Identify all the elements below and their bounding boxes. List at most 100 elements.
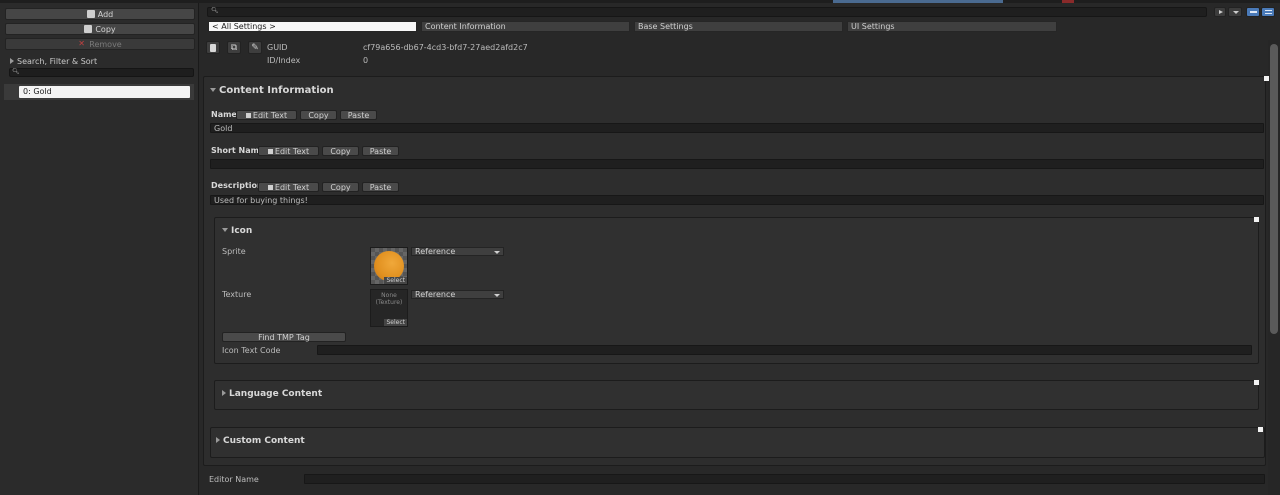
active-tab-indicator xyxy=(833,0,1003,3)
language-content-header[interactable]: Language Content xyxy=(222,389,322,399)
short-name-field[interactable] xyxy=(210,159,1264,169)
find-tmp-tag-button[interactable]: Find TMP Tag xyxy=(222,332,346,342)
search-filter-foldout[interactable]: Search, Filter & Sort xyxy=(10,57,97,66)
foldout-arrow-icon xyxy=(222,390,226,396)
panel-corner-marker xyxy=(1258,427,1263,432)
add-icon xyxy=(86,10,95,18)
icon-text-code-field[interactable] xyxy=(317,345,1252,355)
search-icon: 🔍︎ xyxy=(211,7,219,14)
name-edit-text-button[interactable]: Edit Text xyxy=(236,110,297,120)
chevron-down-icon xyxy=(1233,11,1239,14)
edit-text-icon xyxy=(245,112,251,118)
main-search-input[interactable]: 🔍︎ xyxy=(207,7,1207,17)
description-label: Description xyxy=(211,181,263,190)
copy-icon xyxy=(84,25,93,33)
icon-title: Icon xyxy=(231,226,253,236)
custom-content-panel xyxy=(210,427,1265,458)
copy-button[interactable]: Copy xyxy=(5,23,195,35)
scrollbar-thumb[interactable] xyxy=(1270,44,1278,334)
custom-content-header[interactable]: Custom Content xyxy=(216,436,305,446)
editor-name-field[interactable] xyxy=(304,474,1265,484)
foldout-arrow-icon xyxy=(216,437,220,443)
content-information-title: Content Information xyxy=(219,85,334,96)
all-settings-button[interactable]: < All Settings > xyxy=(208,21,417,32)
sprite-select-button[interactable]: Select xyxy=(384,277,407,284)
foldout-label: Search, Filter & Sort xyxy=(17,57,98,66)
foldout-arrow-icon xyxy=(222,228,228,232)
short-name-paste-button[interactable]: Paste xyxy=(362,146,399,156)
texture-mode-value: Reference xyxy=(415,290,456,299)
layout-list-button[interactable] xyxy=(1261,7,1275,17)
guid-value: cf79a656-db67-4cd3-bfd7-27aed2afd2c7 xyxy=(363,43,528,52)
foldout-arrow-icon xyxy=(10,58,14,64)
icon-header[interactable]: Icon xyxy=(222,226,252,236)
dropdown-button[interactable] xyxy=(1228,7,1242,17)
remove-icon: ✕ xyxy=(78,39,85,48)
ui-settings-button[interactable]: UI Settings xyxy=(847,21,1057,32)
add-button[interactable]: Add xyxy=(5,8,195,20)
list-item-selected[interactable]: 0: Gold xyxy=(19,86,190,98)
play-button[interactable] xyxy=(1214,7,1226,17)
edit-icon: ✎ xyxy=(251,42,259,53)
guid-label: GUID xyxy=(267,43,288,52)
content-information-header[interactable]: Content Information xyxy=(210,85,334,96)
foldout-arrow-icon xyxy=(210,88,216,92)
search-icon: 🔍︎ xyxy=(12,68,20,75)
id-label: ID/Index xyxy=(267,56,301,65)
edit-text-icon xyxy=(267,148,273,154)
name-paste-button[interactable]: Paste xyxy=(340,110,377,120)
language-content-panel xyxy=(214,380,1259,410)
sprite-thumbnail[interactable]: Select xyxy=(370,247,408,285)
name-copy-button[interactable]: Copy xyxy=(300,110,337,120)
panel-corner-marker xyxy=(1254,380,1259,385)
editor-name-label: Editor Name xyxy=(209,475,259,484)
custom-content-title: Custom Content xyxy=(223,436,305,446)
remove-label: Remove xyxy=(89,39,122,49)
name-field[interactable]: Gold xyxy=(210,123,1264,133)
sprite-mode-dropdown[interactable]: Reference xyxy=(411,247,504,256)
id-value: 0 xyxy=(363,56,369,65)
open-external-icon: ⧉ xyxy=(230,42,238,53)
content-information-button[interactable]: Content Information xyxy=(421,21,630,32)
list-icon xyxy=(1265,10,1272,14)
chevron-down-icon xyxy=(494,251,500,254)
description-paste-button[interactable]: Paste xyxy=(362,182,399,192)
clipboard-button[interactable] xyxy=(206,41,220,54)
edit-button[interactable]: ✎ xyxy=(248,41,262,54)
name-label: Name xyxy=(211,110,237,119)
list-search-input[interactable]: 🔍︎ xyxy=(9,68,194,77)
short-name-copy-button[interactable]: Copy xyxy=(322,146,359,156)
texture-thumbnail[interactable]: None (Texture) Select xyxy=(370,289,408,327)
layout-icon xyxy=(1250,11,1257,13)
sprite-label: Sprite xyxy=(222,247,246,256)
texture-none-label: None xyxy=(381,292,397,299)
language-content-title: Language Content xyxy=(229,389,323,399)
open-external-button[interactable]: ⧉ xyxy=(227,41,241,54)
copy-label: Copy xyxy=(95,24,116,34)
edit-text-label: Edit Text xyxy=(274,146,310,156)
play-icon xyxy=(1219,10,1223,14)
short-name-edit-text-button[interactable]: Edit Text xyxy=(258,146,319,156)
texture-select-button[interactable]: Select xyxy=(384,319,407,326)
layout-compact-button[interactable] xyxy=(1246,7,1260,17)
chevron-down-icon xyxy=(494,294,500,297)
texture-type-label: (Texture) xyxy=(375,299,403,306)
short-name-label: Short Name xyxy=(211,146,265,155)
clipboard-icon xyxy=(210,43,216,52)
icon-text-code-label: Icon Text Code xyxy=(222,346,281,355)
tab-marker xyxy=(1062,0,1074,3)
texture-mode-dropdown[interactable]: Reference xyxy=(411,290,504,299)
description-copy-button[interactable]: Copy xyxy=(322,182,359,192)
remove-button[interactable]: ✕ Remove xyxy=(5,38,195,50)
add-label: Add xyxy=(97,9,114,19)
edit-text-label: Edit Text xyxy=(274,182,310,192)
base-settings-button[interactable]: Base Settings xyxy=(634,21,843,32)
texture-label: Texture xyxy=(222,290,252,299)
panel-corner-marker xyxy=(1254,217,1259,222)
description-edit-text-button[interactable]: Edit Text xyxy=(258,182,319,192)
edit-text-label: Edit Text xyxy=(252,110,288,120)
description-field[interactable]: Used for buying things! xyxy=(210,195,1264,205)
edit-text-icon xyxy=(267,184,273,190)
sprite-mode-value: Reference xyxy=(415,247,456,256)
panel-corner-marker xyxy=(1264,76,1269,81)
